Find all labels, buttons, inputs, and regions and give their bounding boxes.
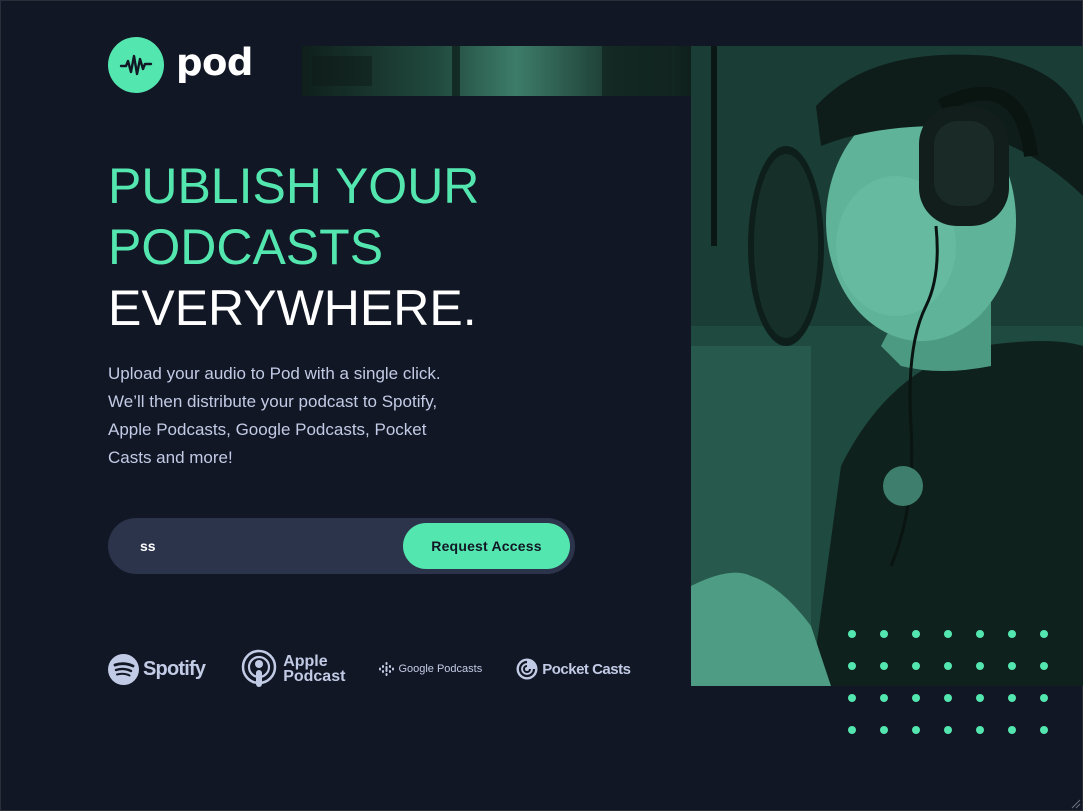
apple-label-line1: Apple [283, 653, 328, 670]
pocket-casts-logo: Pocket Casts [516, 658, 631, 680]
grid-dot [976, 694, 984, 702]
brand-name: pod [176, 40, 253, 84]
request-access-form: Request Access [108, 518, 575, 574]
grid-dot [912, 630, 920, 638]
apple-podcast-icon [241, 649, 277, 687]
grid-dot [976, 630, 984, 638]
grid-dot [944, 726, 952, 734]
grid-dot [1008, 630, 1016, 638]
google-podcasts-icon [379, 662, 395, 676]
hero-photo-top-strip [302, 46, 692, 96]
email-input[interactable] [140, 518, 390, 574]
grid-dot [880, 630, 888, 638]
pocket-casts-label: Pocket Casts [542, 660, 631, 678]
hero-photo [691, 46, 1083, 686]
podcaster-illustration [691, 46, 1083, 686]
hero-description: Upload your audio to Pod with a single c… [108, 364, 441, 467]
spotify-label: Spotify [143, 657, 206, 680]
waveform-icon [108, 37, 164, 93]
grid-dot [976, 662, 984, 670]
spotify-icon [108, 653, 139, 685]
platform-logos: Spotify Apple Podcast Google Podcasts Po… [108, 648, 631, 690]
resize-handle-icon[interactable] [1069, 797, 1081, 809]
grid-dot [944, 694, 952, 702]
grid-dot [944, 630, 952, 638]
grid-dot [848, 630, 856, 638]
grid-dot [1008, 726, 1016, 734]
dot-grid-decoration [848, 630, 1048, 734]
pocket-casts-icon [516, 658, 538, 680]
headline-line-3: EVERYWHERE. [108, 280, 477, 336]
grid-dot [848, 726, 856, 734]
grid-dot [848, 694, 856, 702]
grid-dot [880, 662, 888, 670]
grid-dot [880, 726, 888, 734]
apple-podcast-logo: Apple Podcast [241, 649, 345, 689]
apple-label-line2: Podcast [283, 668, 346, 685]
grid-dot [912, 662, 920, 670]
google-podcasts-label: Google Podcasts [398, 663, 483, 675]
brand-logo[interactable]: pod [108, 37, 253, 93]
headline-line-1: PUBLISH YOUR [108, 158, 480, 214]
grid-dot [1008, 694, 1016, 702]
hero-headline: PUBLISH YOUR PODCASTS EVERYWHERE. [108, 156, 479, 339]
grid-dot [1040, 726, 1048, 734]
headline-line-2: PODCASTS [108, 219, 384, 275]
grid-dot [848, 662, 856, 670]
grid-dot [944, 662, 952, 670]
google-podcasts-logo: Google Podcasts [379, 662, 482, 676]
request-access-button[interactable]: Request Access [403, 523, 570, 569]
grid-dot [1040, 662, 1048, 670]
grid-dot [912, 694, 920, 702]
spotify-logo: Spotify [108, 653, 206, 685]
grid-dot [912, 726, 920, 734]
grid-dot [1040, 694, 1048, 702]
grid-dot [1040, 630, 1048, 638]
grid-dot [1008, 662, 1016, 670]
grid-dot [880, 694, 888, 702]
grid-dot [976, 726, 984, 734]
